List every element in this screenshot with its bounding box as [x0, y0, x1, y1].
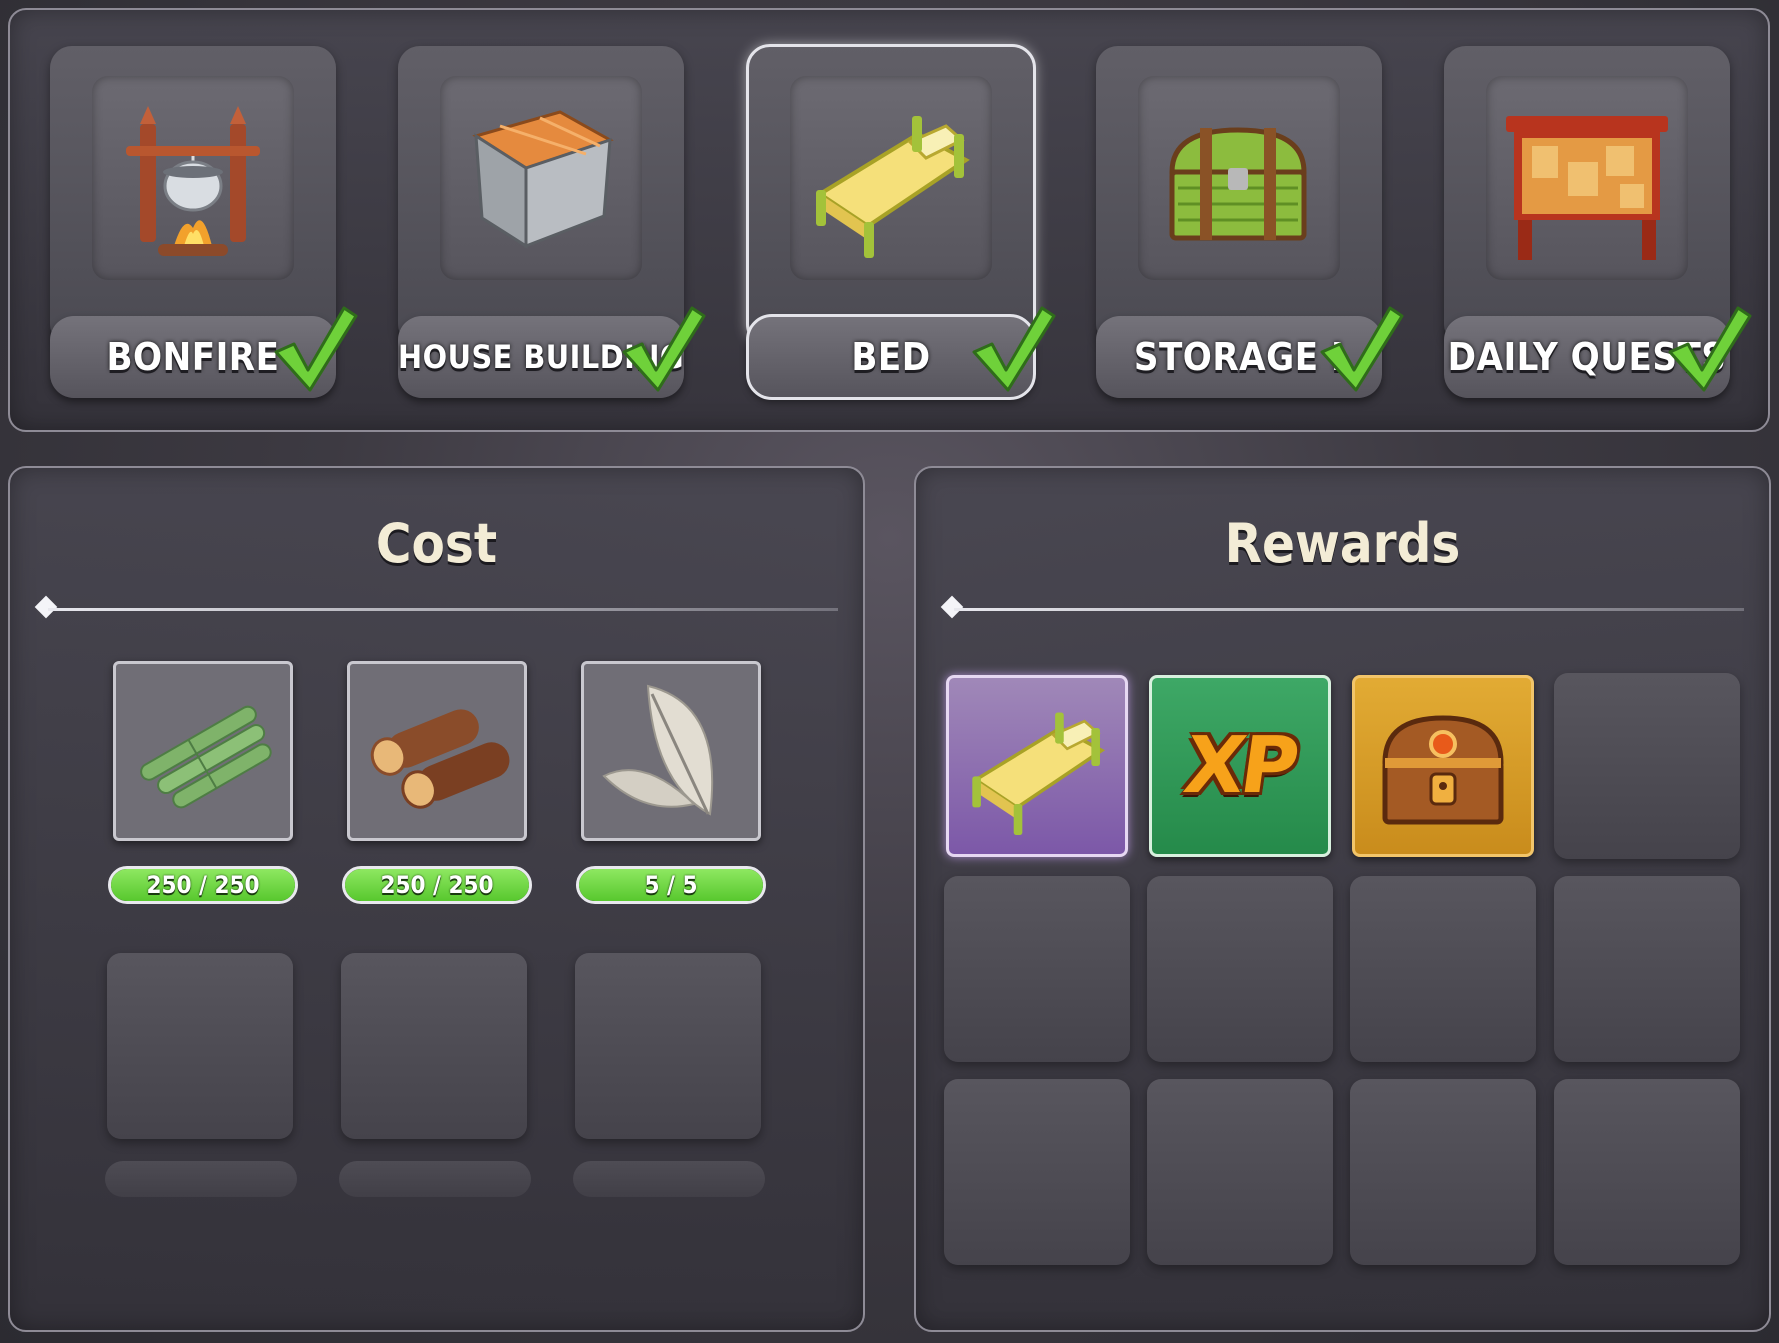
empty-progress-bar [339, 1161, 531, 1197]
rewards-panel: Rewards XP [914, 466, 1771, 1332]
empty-progress-bar [105, 1161, 297, 1197]
bonfire-icon [92, 76, 294, 280]
cost-item-bamboo[interactable] [113, 661, 293, 841]
bed-icon [790, 76, 992, 280]
divider [954, 608, 1744, 611]
building-card-house-building[interactable]: HOUSE BUILDING I [398, 46, 706, 401]
checkmark-icon [1318, 304, 1404, 394]
empty-reward-slot [1554, 876, 1740, 1062]
cost-progress-bar: 250 / 250 [108, 866, 298, 904]
divider [48, 608, 838, 611]
empty-reward-slot [1147, 1079, 1333, 1265]
quest-board-icon [1486, 76, 1688, 280]
empty-progress-bar [573, 1161, 765, 1197]
empty-cost-slot [575, 953, 761, 1139]
xp-icon: XP [1152, 678, 1328, 854]
checkmark-icon [272, 304, 358, 394]
divider-diamond-icon [34, 595, 58, 619]
checkmark-icon [970, 304, 1056, 394]
empty-reward-slot [1147, 876, 1333, 1062]
building-card-storage[interactable]: STORAGE I [1096, 46, 1404, 401]
cost-item-feather[interactable] [581, 661, 761, 841]
cost-progress-text: 5 / 5 [644, 871, 698, 899]
house-building-icon [440, 76, 642, 280]
building-card-bonfire[interactable]: BONFIRE [50, 46, 358, 401]
empty-cost-slot [107, 953, 293, 1139]
cost-title: Cost [375, 512, 498, 575]
bamboo-icon [116, 664, 290, 838]
building-card-daily-quests[interactable]: DAILY QUESTS [1444, 46, 1752, 401]
reward-item-xp[interactable]: XP [1149, 675, 1331, 857]
empty-cost-slot [341, 953, 527, 1139]
empty-reward-slot [944, 876, 1130, 1062]
checkmark-icon [1666, 304, 1752, 394]
cost-progress-bar: 250 / 250 [342, 866, 532, 904]
treasure-chest-icon [1355, 678, 1531, 854]
empty-reward-slot [1554, 673, 1740, 859]
empty-reward-slot [1350, 1079, 1536, 1265]
feather-icon [584, 664, 758, 838]
reward-item-bed[interactable] [946, 675, 1128, 857]
rewards-title: Rewards [1224, 512, 1461, 575]
cost-progress-text: 250 / 250 [380, 871, 494, 899]
cost-progress-bar: 5 / 5 [576, 866, 766, 904]
reward-item-chest[interactable] [1352, 675, 1534, 857]
wood-logs-icon [350, 664, 524, 838]
empty-reward-slot [1350, 876, 1536, 1062]
cost-item-wood-logs[interactable] [347, 661, 527, 841]
empty-reward-slot [1554, 1079, 1740, 1265]
storage-chest-icon [1138, 76, 1340, 280]
cost-panel: Cost 250 / 250 250 / 250 5 / 5 [8, 466, 865, 1332]
bed-icon [949, 678, 1125, 854]
empty-reward-slot [944, 1079, 1130, 1265]
building-card-bed[interactable]: BED [746, 44, 1056, 401]
xp-label: XP [1179, 721, 1301, 811]
buildings-panel: BONFIRE HOUSE BUILDING I BED STORAGE I D… [8, 8, 1770, 432]
cost-progress-text: 250 / 250 [146, 871, 260, 899]
divider-diamond-icon [940, 595, 964, 619]
checkmark-icon [620, 304, 706, 394]
